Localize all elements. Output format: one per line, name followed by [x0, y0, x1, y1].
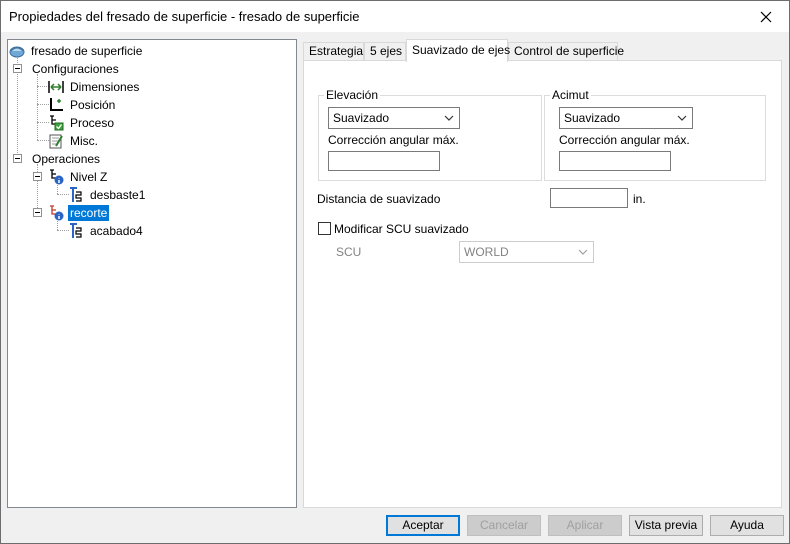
chevron-down-icon — [444, 115, 454, 121]
select-value: WORLD — [464, 245, 509, 259]
modificar-scu-label[interactable]: Modificar SCU suavizado — [334, 222, 469, 236]
operation-info-icon — [48, 168, 64, 185]
toolpath-icon — [68, 222, 84, 239]
distancia-unit-label: in. — [633, 192, 646, 206]
tree-item-proceso[interactable]: Proceso — [48, 114, 116, 131]
acimut-correccion-input[interactable] — [559, 151, 671, 171]
collapse-toggle[interactable] — [13, 64, 22, 73]
tree-item-configuraciones[interactable]: Configuraciones — [30, 60, 121, 77]
tree-item-label: fresado de superficie — [31, 43, 143, 58]
tree-item-root[interactable]: fresado de superficie — [9, 42, 144, 59]
title-bar[interactable]: Propiedades del fresado de superficie - … — [1, 1, 789, 32]
group-title: Elevación — [324, 88, 381, 102]
tree-item-label: Posición — [70, 97, 116, 112]
window-title: Propiedades del fresado de superficie - … — [9, 9, 360, 24]
tree-item-acabado4[interactable]: acabado4 — [68, 222, 145, 239]
elevacion-correccion-input[interactable] — [328, 151, 440, 171]
tab-estrategia[interactable]: Estrategia — [303, 42, 364, 61]
chevron-down-icon — [578, 249, 588, 255]
distancia-suavizado-input[interactable] — [550, 188, 628, 208]
select-value: Suavizado — [564, 111, 621, 125]
scu-label: SCU — [336, 245, 362, 259]
tree-item-recorte[interactable]: recorte — [48, 204, 110, 221]
notepad-icon — [48, 133, 64, 149]
aplicar-button[interactable]: Aplicar — [548, 515, 622, 536]
tree-item-label: Configuraciones — [32, 61, 119, 76]
tree-item-label: recorte — [68, 204, 110, 221]
cancelar-button[interactable]: Cancelar — [467, 515, 541, 536]
tree-line — [37, 74, 38, 140]
select-value: Suavizado — [333, 111, 390, 125]
modificar-scu-checkbox[interactable] — [318, 222, 331, 235]
close-icon — [760, 11, 772, 22]
group-elevacion: Elevación Suavizado Corrección angular m… — [318, 88, 542, 181]
collapse-toggle[interactable] — [33, 208, 42, 217]
tree-item-label: desbaste1 — [90, 187, 146, 202]
dialog-window: Propiedades del fresado de superficie - … — [0, 0, 790, 544]
chevron-down-icon — [677, 115, 687, 121]
correccion-angular-label: Corrección angular máx. — [559, 133, 690, 147]
tree-item-misc[interactable]: Misc. — [48, 132, 100, 149]
tree-item-posicion[interactable]: Posición — [48, 96, 117, 113]
scu-select[interactable]: WORLD — [459, 241, 594, 263]
vista-previa-button[interactable]: Vista previa — [629, 515, 703, 536]
tree-item-label: Nivel Z — [70, 169, 108, 184]
tree-item-label: acabado4 — [90, 223, 143, 238]
tab-control-de-superficie[interactable]: Control de superficie — [508, 42, 624, 61]
tree-item-dimensiones[interactable]: Dimensiones — [48, 78, 141, 95]
tree-item-label: Misc. — [70, 133, 98, 148]
close-button[interactable] — [743, 1, 789, 32]
group-title: Acimut — [550, 88, 591, 102]
operation-info-icon — [48, 204, 64, 221]
tab-5-ejes[interactable]: 5 ejes — [364, 42, 406, 61]
correccion-angular-label: Corrección angular máx. — [328, 133, 459, 147]
ayuda-button[interactable]: Ayuda — [710, 515, 784, 536]
distancia-suavizado-label: Distancia de suavizado — [317, 192, 441, 206]
collapse-toggle[interactable] — [13, 154, 22, 163]
dimensions-icon — [48, 79, 64, 95]
process-icon — [48, 114, 64, 131]
tab-suavizado-de-ejes[interactable]: Suavizado de ejes — [406, 39, 510, 62]
tree-item-operaciones[interactable]: Operaciones — [30, 150, 102, 167]
tree-item-nivel-z[interactable]: Nivel Z — [48, 168, 109, 185]
tree-item-label: Dimensiones — [70, 79, 140, 94]
operation-tree[interactable]: fresado de superficie Configuraciones Di… — [7, 39, 297, 508]
tab-panel-suavizado: Elevación Suavizado Corrección angular m… — [303, 60, 782, 508]
aceptar-button[interactable]: Aceptar — [386, 515, 460, 536]
tree-item-label: Operaciones — [32, 151, 101, 166]
elevacion-mode-select[interactable]: Suavizado — [328, 107, 460, 129]
tree-item-desbaste1[interactable]: desbaste1 — [68, 186, 147, 203]
machining-part-icon — [9, 43, 25, 59]
group-acimut: Acimut Suavizado Corrección angular máx. — [544, 88, 766, 181]
collapse-toggle[interactable] — [33, 172, 42, 181]
tree-item-label: Proceso — [70, 115, 115, 130]
position-icon — [48, 97, 64, 113]
toolpath-icon — [68, 186, 84, 203]
acimut-mode-select[interactable]: Suavizado — [559, 107, 693, 129]
